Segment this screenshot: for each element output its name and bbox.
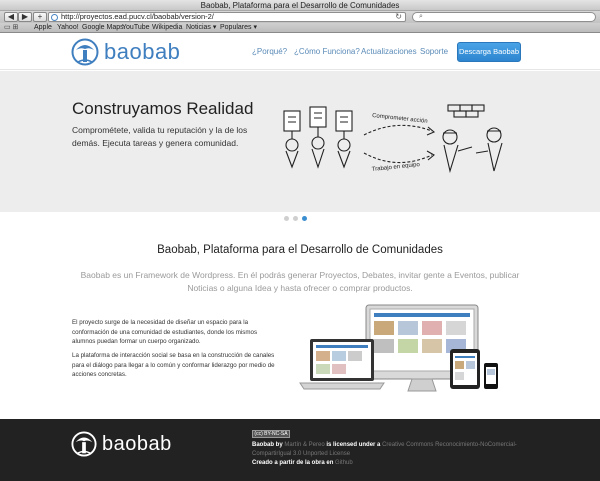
url-field[interactable]: http://proyectos.ead.pucv.cl/baobab/vers… [48, 12, 406, 22]
bookmark-noticias[interactable]: Noticias ▾ [186, 23, 216, 33]
devices-image [299, 304, 498, 392]
site-logo[interactable]: baobab [70, 38, 180, 66]
footer-license-text: Baobab by Martín & Pereo is licensed und… [252, 441, 532, 468]
body-paragraph-2: La plataforma de interacción social se b… [72, 352, 275, 379]
url-text: http://proyectos.ead.pucv.cl/baobab/vers… [61, 12, 214, 21]
browser-toolbar: ◀ ▶ + http://proyectos.ead.pucv.cl/baoba… [0, 11, 600, 23]
nav-actualizaciones[interactable]: Actualizaciones [361, 47, 417, 56]
plus-icon[interactable]: + [33, 12, 47, 22]
body-paragraph-1: El proyecto surge de la necesidad de dis… [72, 319, 258, 346]
footer-logo-text: baobab [102, 433, 172, 455]
forward-arrow-icon[interactable]: ▶ [18, 12, 32, 22]
community-illustration: Comprometer acción Trabajo en equipo [283, 104, 503, 174]
download-button[interactable]: Descarga Baobab [457, 42, 521, 62]
baobab-tree-icon [71, 38, 99, 66]
window-title: Baobab, Plataforma para el Desarrollo de… [0, 0, 600, 11]
bookmark-wikipedia[interactable]: Wikipedia [152, 23, 182, 33]
slider-dot-2[interactable] [293, 216, 298, 221]
site-footer: baobab (cc) BY-NC-SA Baobab by Martín & … [0, 419, 600, 481]
hero-subtitle: Comprométete, valida tu reputación y la … [72, 125, 248, 148]
footer-line2-a: Creado a partir de la obra en [252, 460, 334, 466]
bookmarks-bar: ▭ ⊞ Apple Yahoo! Google Maps YouTube Wik… [0, 23, 600, 33]
bookmarks-toggle-icon[interactable]: ▭ ⊞ [4, 24, 28, 32]
slider-dot-3[interactable] [302, 216, 307, 221]
illustration-label-comprometer: Comprometer acción [372, 113, 428, 125]
illustration-label-trabajo: Trabajo en equipo [372, 162, 421, 173]
nav-soporte[interactable]: Soporte [420, 47, 448, 56]
bookmark-google-maps[interactable]: Google Maps [82, 23, 124, 33]
site-header: baobab ¿Porqué? ¿Cómo Funciona? Actualiz… [0, 34, 600, 70]
favicon-icon [51, 14, 58, 21]
logo-text: baobab [104, 39, 181, 64]
bookmark-youtube[interactable]: YouTube [122, 23, 150, 33]
slider-dot-1[interactable] [284, 216, 289, 221]
cc-license-badge[interactable]: (cc) BY-NC-SA [252, 430, 290, 438]
section-title: Baobab, Plataforma para el Desarrollo de… [157, 244, 443, 256]
reload-icon[interactable]: ↻ [395, 13, 402, 21]
search-input[interactable]: ⌕ [412, 12, 596, 22]
lead-text: Baobab es un Framework de Wordpress. En … [80, 270, 520, 293]
baobab-tree-icon [71, 431, 97, 457]
nav-como-funciona[interactable]: ¿Cómo Funciona? [294, 47, 360, 56]
hero-title: Construyamos Realidad [72, 99, 254, 118]
footer-line1-a: Baobab by [252, 442, 283, 448]
bookmark-yahoo[interactable]: Yahoo! [57, 23, 79, 33]
footer-github-link[interactable]: Github [335, 460, 353, 466]
search-icon: ⌕ [419, 13, 423, 20]
back-arrow-icon[interactable]: ◀ [4, 12, 18, 22]
bookmark-apple[interactable]: Apple [34, 23, 52, 33]
bookmark-populares[interactable]: Populares ▾ [220, 23, 257, 33]
footer-logo[interactable]: baobab [70, 431, 172, 457]
hero-slider: Construyamos Realidad Comprométete, vali… [0, 71, 600, 212]
footer-line1-b: is licensed under a [326, 442, 381, 448]
footer-author-link[interactable]: Martín & Pereo [284, 442, 324, 448]
nav-porque[interactable]: ¿Porqué? [252, 47, 287, 56]
